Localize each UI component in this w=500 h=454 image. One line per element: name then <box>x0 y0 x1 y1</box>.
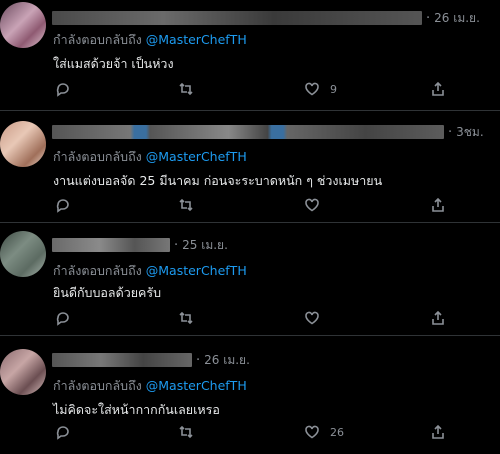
retweet-icon <box>179 198 193 212</box>
reply-button[interactable] <box>55 310 71 326</box>
avatar[interactable] <box>0 2 46 48</box>
retweet-button[interactable] <box>178 310 194 326</box>
heart-icon <box>305 198 319 212</box>
like-button[interactable]: 9 <box>304 81 337 97</box>
tweet-text: งานแต่งบอลจัด 25 มีนาคม ก่อนจะระบาดหนัก … <box>53 173 383 188</box>
retweet-button[interactable] <box>178 81 194 97</box>
replying-to: กำลังตอบกลับถึง @MasterChefTH <box>53 32 247 47</box>
tweet-card[interactable]: · 3ชม. กำลังตอบกลับถึง @MasterChefTH งานแ… <box>0 111 500 223</box>
tweet-actions <box>53 310 453 330</box>
reply-icon <box>56 83 69 97</box>
tweet-date[interactable]: 3ชม. <box>456 123 484 142</box>
like-button[interactable] <box>304 310 330 326</box>
tweet-header: · 25 เม.ย. <box>52 236 228 254</box>
share-icon <box>432 310 444 325</box>
tweet-date[interactable]: 25 เม.ย. <box>182 236 228 255</box>
mention-link[interactable]: @MasterChefTH <box>146 149 247 164</box>
heart-icon <box>305 311 319 325</box>
tweet-text: ยินดีกับบอลด้วยครับ <box>53 285 162 300</box>
retweet-icon <box>179 311 193 325</box>
heart-icon <box>305 425 319 439</box>
tweet-date[interactable]: 26 เม.ย. <box>204 351 250 370</box>
like-count: 9 <box>330 82 337 96</box>
blurred-username <box>52 238 170 252</box>
mention-link[interactable]: @MasterChefTH <box>146 263 247 278</box>
avatar[interactable] <box>0 349 46 395</box>
heart-icon <box>305 82 319 96</box>
mention-link[interactable]: @MasterChefTH <box>146 378 247 393</box>
tweet-date[interactable]: 26 เม.ย. <box>434 9 480 28</box>
share-button[interactable] <box>430 424 446 440</box>
like-button[interactable] <box>304 197 330 213</box>
retweet-button[interactable] <box>178 197 194 213</box>
tweet-text: ใส่แมสด้วยจ้า เป็นห่วง <box>53 56 174 71</box>
tweet-card[interactable]: · 25 เม.ย. กำลังตอบกลับถึง @MasterChefTH … <box>0 223 500 336</box>
reply-icon <box>56 426 69 440</box>
share-icon <box>432 197 444 212</box>
blurred-username <box>52 125 444 139</box>
avatar[interactable] <box>0 231 46 277</box>
tweet-header: · 3ชม. <box>52 123 484 141</box>
share-button[interactable] <box>430 197 446 213</box>
tweet-actions: 9 <box>53 81 453 101</box>
tweet-card[interactable]: · 26 เม.ย. กำลังตอบกลับถึง @MasterChefTH … <box>0 336 500 454</box>
reply-button[interactable] <box>55 81 71 97</box>
reply-button[interactable] <box>55 197 71 213</box>
tweet-header: · 26 เม.ย. <box>52 351 250 369</box>
tweet-actions: 26 <box>53 424 453 444</box>
tweet-text: ไม่คิดจะใส่หน้ากากกันเลยเหรอ <box>53 402 220 417</box>
share-icon <box>432 424 444 439</box>
retweet-icon <box>179 425 193 439</box>
replying-to: กำลังตอบกลับถึง @MasterChefTH <box>53 263 247 278</box>
reply-icon <box>56 199 69 213</box>
avatar[interactable] <box>0 121 46 167</box>
share-button[interactable] <box>430 81 446 97</box>
blurred-username <box>52 11 422 25</box>
reply-button[interactable] <box>55 424 71 440</box>
retweet-button[interactable] <box>178 424 194 440</box>
reply-icon <box>56 312 69 326</box>
share-button[interactable] <box>430 310 446 326</box>
tweet-actions <box>53 197 453 217</box>
share-icon <box>432 81 444 96</box>
replying-to: กำลังตอบกลับถึง @MasterChefTH <box>53 149 247 164</box>
mention-link[interactable]: @MasterChefTH <box>146 32 247 47</box>
tweet-card[interactable]: · 26 เม.ย. กำลังตอบกลับถึง @MasterChefTH … <box>0 0 500 111</box>
like-button[interactable]: 26 <box>304 424 344 440</box>
replying-to: กำลังตอบกลับถึง @MasterChefTH <box>53 378 247 393</box>
like-count: 26 <box>330 425 344 439</box>
blurred-username <box>52 353 192 367</box>
tweet-header: · 26 เม.ย. <box>52 9 480 27</box>
retweet-icon <box>179 82 193 96</box>
